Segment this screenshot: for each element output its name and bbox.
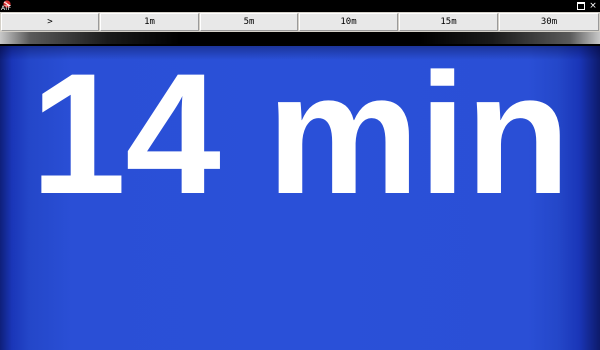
timer-window: ATF × > 1m 5m 10m 15m 30m 14 min <box>0 0 600 350</box>
preset-1m-button[interactable]: 1m <box>100 13 199 31</box>
start-button[interactable]: > <box>1 13 99 31</box>
close-icon[interactable]: × <box>588 1 598 11</box>
preset-30m-button[interactable]: 30m <box>499 13 599 31</box>
title-bar[interactable]: ATF × <box>0 0 600 12</box>
countdown-display: 14 min <box>0 46 600 350</box>
preset-5m-button[interactable]: 5m <box>200 13 298 31</box>
countdown-text: 14 min <box>30 46 571 230</box>
app-icon-label: ATF <box>1 5 11 12</box>
preset-10m-button[interactable]: 10m <box>299 13 398 31</box>
toolbar: > 1m 5m 10m 15m 30m <box>0 12 600 32</box>
maximize-icon[interactable] <box>576 1 586 11</box>
toolbar-bevel <box>0 32 600 46</box>
preset-15m-button[interactable]: 15m <box>399 13 498 31</box>
